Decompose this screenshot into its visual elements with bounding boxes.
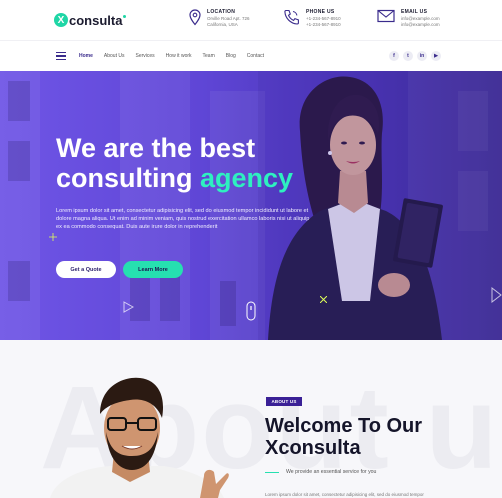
contact-line: California, USA (207, 22, 238, 27)
background-window (130, 271, 150, 321)
scroll-down-mouse-icon[interactable] (246, 301, 256, 321)
contact-line[interactable]: +1-234-567-8910 (306, 22, 341, 28)
nav-item-team[interactable]: Team (203, 53, 215, 59)
nav-links: Home About Us Services How it work Team … (79, 53, 275, 59)
nav-item-about[interactable]: About Us (104, 53, 125, 59)
about-badge: ABOUT US (266, 397, 302, 406)
contact-title: LOCATION (207, 9, 236, 15)
youtube-icon[interactable]: ▶ (431, 51, 441, 61)
logo[interactable]: X consulta (54, 10, 127, 30)
contact-title: PHONE US (306, 9, 335, 15)
main-nav: Home About Us Services How it work Team … (0, 40, 502, 71)
twitter-icon[interactable]: t (403, 51, 413, 61)
background-window (8, 261, 30, 301)
hero-headline: We are the best consulting agency (56, 133, 293, 193)
phone-icon (284, 9, 299, 25)
hero-headline-accent: agency (200, 163, 294, 193)
hamburger-menu-icon[interactable] (56, 52, 66, 61)
about-paragraph: Lorem ipsum dolor sit amet, consectetur … (265, 492, 424, 497)
nav-item-services[interactable]: Services (135, 53, 154, 59)
contact-email: EMAIL US info@example.com info@example.c… (377, 9, 440, 28)
nav-item-how-it-work[interactable]: How it work (166, 53, 192, 59)
logo-text: consulta (69, 12, 123, 28)
hero-headline-line2: consulting agency (56, 163, 293, 193)
hero-headline-line1: We are the best (56, 133, 256, 163)
sparkle-icon (320, 296, 327, 303)
social-links: f t in ▶ (389, 51, 445, 61)
slider-prev-play-icon[interactable] (123, 301, 134, 313)
hero-description: Lorem ipsum dolor sit amet, consectetur … (56, 208, 310, 230)
about-title-line2: Xconsulta (265, 437, 361, 459)
background-window (8, 141, 30, 181)
hero-woman-image (258, 71, 502, 340)
get-a-quote-button[interactable]: Get a Quote (56, 261, 116, 278)
about-subtitle-divider (265, 472, 279, 474)
slider-next-play-icon[interactable] (491, 287, 502, 303)
about-subtitle: We provide an essential service for you (286, 469, 377, 475)
logo-dot-icon (123, 14, 127, 18)
background-window (160, 271, 180, 321)
top-header: X consulta LOCATION Orville Road Apt. 72… (0, 0, 502, 40)
learn-more-button[interactable]: Learn More (123, 261, 183, 278)
sparkle-icon (49, 233, 57, 241)
nav-item-contact[interactable]: Contact (247, 53, 264, 59)
linkedin-icon[interactable]: in (417, 51, 427, 61)
background-window (220, 281, 236, 326)
about-title-line1: Welcome To Our (265, 415, 423, 437)
about-man-image (50, 377, 229, 498)
facebook-icon[interactable]: f (389, 51, 399, 61)
background-window (8, 81, 30, 121)
nav-item-home[interactable]: Home (79, 53, 93, 59)
about-section: About us ABOUT US Welcome To Our Xconsul… (0, 340, 502, 498)
map-pin-icon (189, 9, 201, 26)
hero-headline-plain: consulting (56, 163, 200, 193)
contact-title: EMAIL US (401, 9, 428, 15)
hero-section: We are the best consulting agency Lorem … (0, 71, 502, 340)
logo-mark-icon: X (54, 13, 68, 27)
contact-location: LOCATION Orville Road Apt. 726 Californi… (189, 9, 250, 28)
mail-icon (377, 9, 395, 23)
nav-item-blog[interactable]: Blog (226, 53, 236, 59)
about-title: Welcome To Our Xconsulta (265, 415, 422, 459)
contact-line[interactable]: info@example.com (401, 22, 440, 28)
contact-phone: PHONE US +1-234-567-8910 +1-234-567-8910 (283, 9, 341, 28)
